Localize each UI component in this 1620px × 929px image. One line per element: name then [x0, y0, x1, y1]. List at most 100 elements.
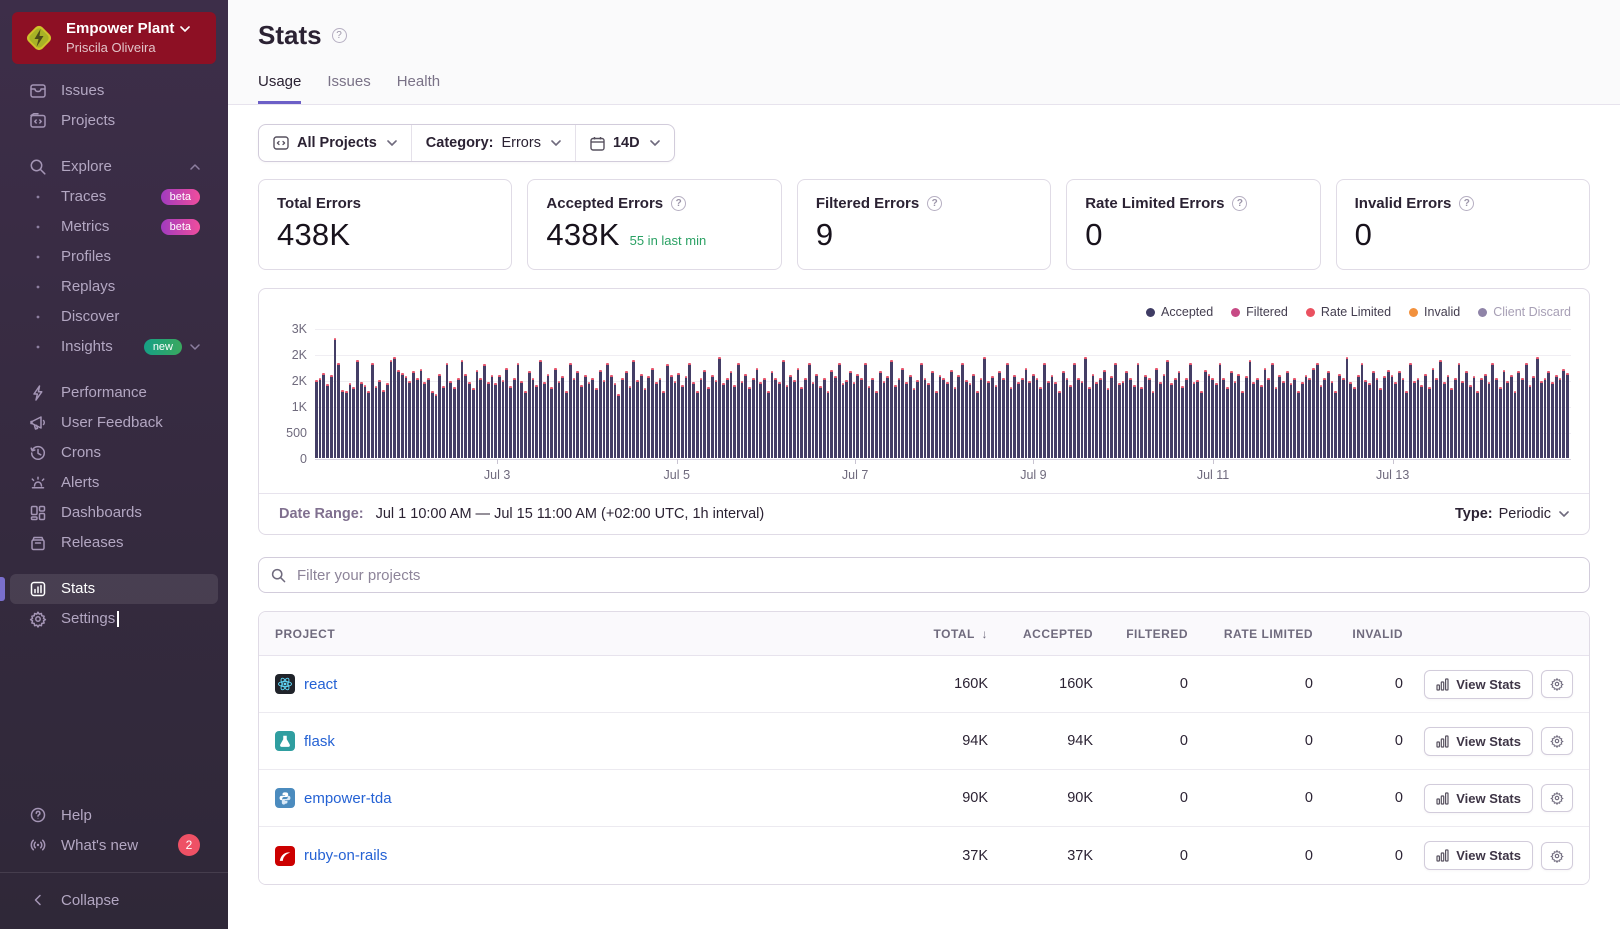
bar [964, 379, 968, 458]
bar [1480, 378, 1483, 458]
view-stats-button[interactable]: View Stats [1424, 783, 1533, 813]
legend-item-filtered[interactable]: Filtered [1231, 305, 1288, 319]
column-header-total[interactable]: TOTAL ↓ [894, 627, 1004, 641]
projects-table-body: react 160K 160K 0 0 0 View Stats flask 94K 94K 0 0 0… [259, 656, 1589, 884]
bar [729, 371, 733, 458]
sidebar-item-traces[interactable]: Traces beta [10, 182, 218, 212]
stat-card-help-icon[interactable]: ? [1459, 196, 1475, 211]
sidebar-item-user-feedback[interactable]: User Feedback [10, 408, 218, 438]
view-stats-button[interactable]: View Stats [1424, 726, 1533, 756]
sidebar-item-label: Discover [61, 308, 120, 326]
view-stats-button[interactable]: View Stats [1424, 669, 1533, 699]
column-header-rate-limited[interactable]: RATE LIMITED [1204, 627, 1329, 641]
project-link[interactable]: flask [304, 733, 335, 750]
project-filter-dropdown[interactable]: All Projects [259, 125, 411, 161]
bar [539, 359, 542, 458]
bar [385, 382, 389, 458]
bar [1289, 383, 1293, 458]
sidebar-item-issues[interactable]: Issues [10, 76, 218, 106]
date-range-dropdown[interactable]: 14D [574, 125, 674, 161]
sidebar-item-releases[interactable]: Releases [10, 528, 218, 558]
bar [632, 359, 636, 458]
help-icon [28, 806, 48, 824]
stat-card-help-icon[interactable]: ? [927, 196, 943, 211]
bar [871, 377, 875, 458]
bar [1151, 390, 1155, 458]
project-link[interactable]: empower-tda [304, 790, 392, 807]
sidebar-item-discover[interactable]: Discover [10, 302, 218, 332]
bar [1091, 374, 1095, 458]
bar [505, 367, 509, 458]
sidebar-item-help[interactable]: Help [10, 800, 218, 830]
issues-icon [28, 82, 48, 100]
chevron-down-icon [649, 140, 660, 146]
bar-chart-icon [1436, 849, 1449, 862]
sidebar-item-alerts[interactable]: Alerts [10, 468, 218, 498]
bar [1155, 367, 1158, 458]
legend-item-rate-limited[interactable]: Rate Limited [1305, 305, 1391, 319]
bar [990, 376, 994, 458]
bar [423, 381, 427, 458]
sidebar-item-performance[interactable]: Performance [10, 378, 218, 408]
x-axis-tick [1392, 459, 1394, 464]
sidebar-item-profiles[interactable]: Profiles [10, 242, 218, 272]
stat-card-help-icon[interactable]: ? [671, 196, 687, 211]
sidebar-item-metrics[interactable]: Metrics beta [10, 212, 218, 242]
sidebar-item-crons[interactable]: Crons [10, 438, 218, 468]
type-dropdown[interactable]: Type: Periodic [1455, 506, 1569, 522]
category-filter-dropdown[interactable]: Category: Errors [410, 125, 575, 161]
sidebar-item-collapse[interactable]: Collapse [10, 885, 218, 915]
sidebar-item-what-s-new[interactable]: What's new 2 [10, 830, 218, 860]
bar [374, 385, 378, 458]
legend-item-client-discard[interactable]: Client Discard [1478, 305, 1571, 319]
count-badge: 2 [178, 834, 200, 856]
x-axis-tick-label: Jul 13 [1375, 468, 1410, 482]
view-stats-button[interactable]: View Stats [1424, 841, 1533, 870]
bar [684, 376, 688, 458]
tab-health[interactable]: Health [397, 73, 440, 104]
tab-usage[interactable]: Usage [258, 73, 302, 104]
table-row-ruby-on-rails: ruby-on-rails 37K 37K 0 0 0 View Stats [259, 827, 1589, 884]
bar [400, 372, 404, 458]
chevron-left-icon [28, 894, 48, 906]
bar [1435, 378, 1439, 458]
bar [397, 370, 400, 458]
project-settings-button[interactable] [1541, 841, 1573, 870]
legend-item-accepted[interactable]: Accepted [1146, 305, 1213, 319]
bar [953, 386, 957, 458]
org-switcher[interactable]: Empower Plant Priscila Oliveira [12, 12, 216, 64]
tab-issues[interactable]: Issues [327, 73, 370, 104]
bar [1368, 383, 1371, 458]
sidebar-item-explore[interactable]: Explore [10, 152, 218, 182]
project-settings-button[interactable] [1541, 670, 1573, 698]
column-header-accepted[interactable]: ACCEPTED [1004, 627, 1109, 641]
project-settings-button[interactable] [1541, 727, 1573, 755]
legend-item-invalid[interactable]: Invalid [1409, 305, 1460, 319]
bar [1043, 362, 1046, 458]
page-title-help-icon[interactable]: ? [331, 28, 347, 43]
bar [509, 385, 512, 458]
chart-plot-area[interactable] [315, 329, 1571, 460]
project-link[interactable]: ruby-on-rails [304, 847, 387, 864]
bar [490, 375, 494, 458]
sidebar-item-insights[interactable]: Insights new [10, 332, 218, 362]
performance-icon [28, 384, 48, 402]
project-search-input[interactable] [295, 565, 1577, 585]
sidebar-item-replays[interactable]: Replays [10, 272, 218, 302]
sort-desc-arrow-icon: ↓ [981, 626, 988, 641]
column-header-invalid[interactable]: INVALID [1329, 627, 1419, 641]
y-axis-tick-label: 2K [291, 374, 307, 388]
bar [1528, 384, 1532, 458]
sidebar-item-settings[interactable]: Settings [10, 604, 218, 634]
stat-card-help-icon[interactable]: ? [1232, 196, 1248, 211]
bar [1465, 371, 1468, 458]
bar [1248, 359, 1252, 458]
sidebar-item-stats[interactable]: Stats [0, 573, 218, 604]
project-settings-button[interactable] [1541, 784, 1573, 812]
sidebar-item-dashboards[interactable]: Dashboards [10, 498, 218, 528]
column-header-filtered[interactable]: FILTERED [1109, 627, 1204, 641]
project-link[interactable]: react [304, 676, 337, 693]
bar [867, 385, 871, 458]
bar [1256, 378, 1259, 458]
sidebar-item-projects[interactable]: Projects [10, 106, 218, 136]
